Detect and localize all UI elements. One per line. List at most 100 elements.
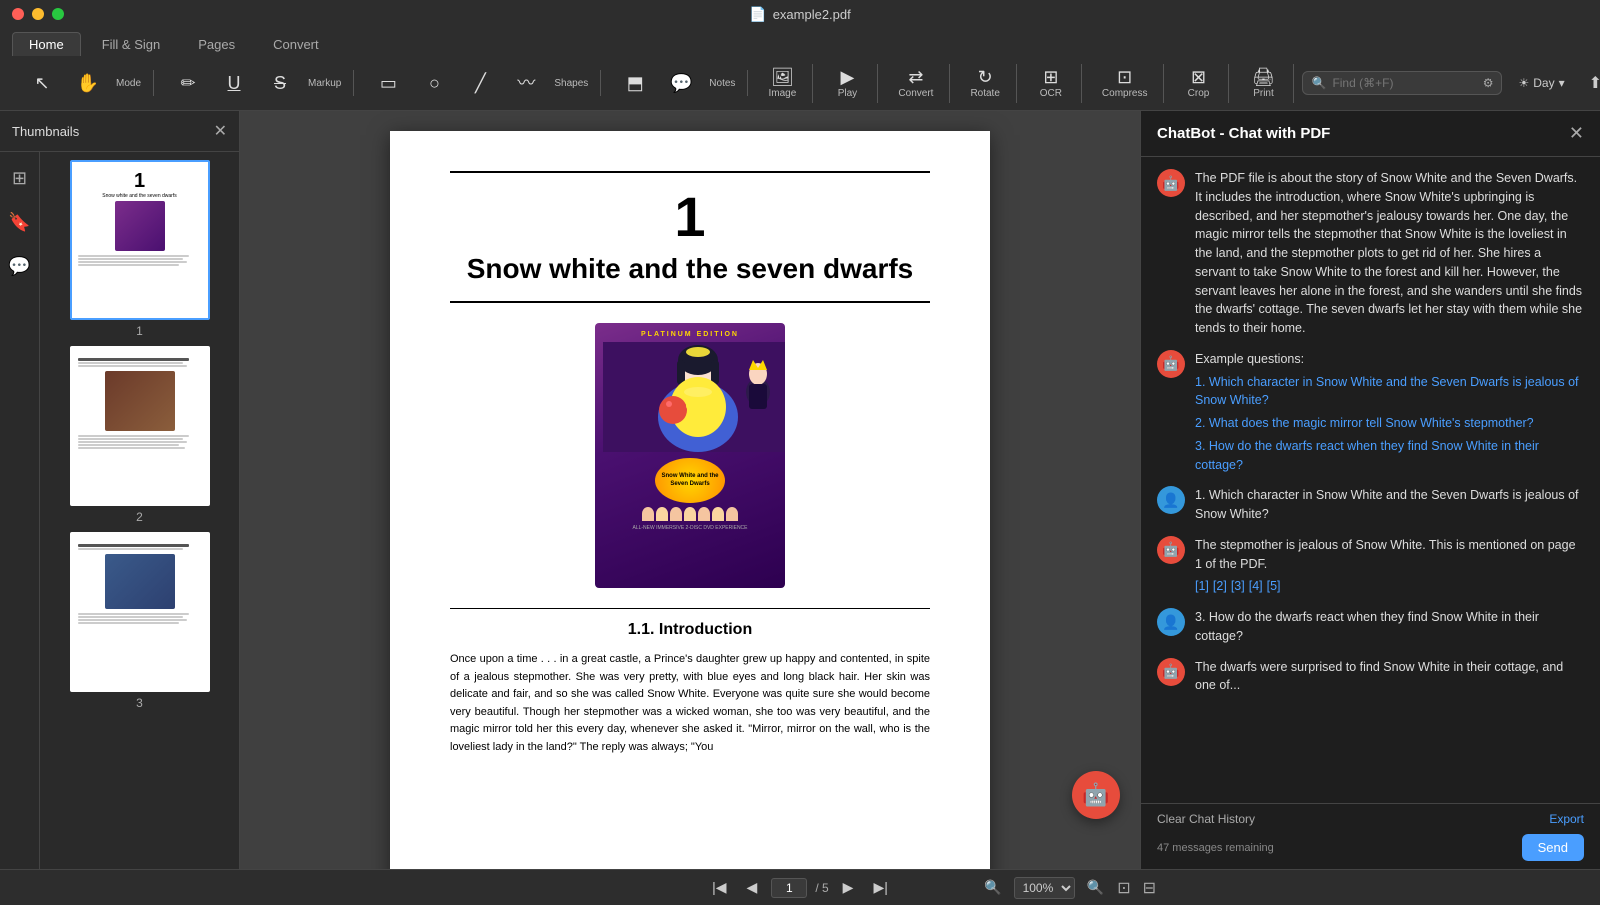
citation-4[interactable]: [4] [1249,577,1263,596]
citation-1[interactable]: [1] [1195,577,1209,596]
stamp-icon: ⬒ [627,74,644,92]
strikethrough-icon: S [274,74,286,92]
book-cover-image: PLATINUM EDITION [595,323,785,588]
rotate-btn[interactable]: ↻ Rotate [962,64,1007,103]
sidebar-thumbnail-btn[interactable]: ⊞ [2,160,38,196]
page-number: 1 [450,189,930,245]
chat-footer-top: Clear Chat History Export [1157,812,1584,826]
stamp-btn[interactable]: ⬒ [613,70,657,96]
convert-label: Convert [898,88,933,99]
mode-label: Mode [112,78,145,89]
zoom-select[interactable]: 100% 75% 125% 150% [1014,877,1075,899]
print-btn[interactable]: 🖨 Print [1241,64,1285,103]
thumbnail-page-1[interactable]: 1 Snow white and the seven dwarfs 1 [48,160,231,338]
filter-icon[interactable]: ⚙ [1483,76,1494,90]
search-box[interactable]: 🔍 ⚙ [1302,71,1502,95]
example-question-2-link[interactable]: 2. What does the magic mirror tell Snow … [1195,414,1584,433]
next-page-btn[interactable]: ▶ [837,875,860,900]
citation-3[interactable]: [3] [1231,577,1245,596]
rect-btn[interactable]: ▭ [366,70,410,96]
day-mode-btn[interactable]: ☀ Day ▾ [1510,72,1572,94]
chat-message-1: 🤖 The PDF file is about the story of Sno… [1157,169,1584,338]
toolbar-group-shapes: ▭ ○ ╱ 〰 Shapes [358,70,601,96]
traffic-lights [12,8,64,20]
convert-btn[interactable]: ⇄ Convert [890,64,941,103]
hand-tool-btn[interactable]: ✋ [66,70,110,96]
thumbnail-img-2 [70,346,210,506]
highlight-btn[interactable]: ✏ [166,70,210,96]
single-page-view-btn[interactable]: ⊡ [1113,876,1134,900]
example-question-3-link[interactable]: 3. How do the dwarfs react when they fin… [1195,437,1584,475]
pen-btn[interactable]: 〰 [504,70,548,96]
thumbnails-close-btn[interactable]: ✕ [214,121,227,141]
crop-icon: ⊠ [1191,68,1206,86]
zoom-in-btn[interactable]: 🔍 [1081,875,1110,900]
sun-icon: ☀ [1518,76,1529,90]
ellipse-icon: ○ [429,74,440,92]
chat-messages[interactable]: 🤖 The PDF file is about the story of Sno… [1141,157,1600,803]
image-btn[interactable]: 🖼 Image [760,64,804,103]
toolbar-group-compress: ⊡ Compress [1086,64,1165,103]
toolbar-tabs: Home Fill & Sign Pages Convert [0,28,1600,56]
sidebar-bookmark-btn[interactable]: 🔖 [2,204,38,240]
close-window-btn[interactable] [12,8,24,20]
search-input[interactable] [1332,76,1476,90]
book-cover-logo: Snow White and the Seven Dwarfs [655,458,725,503]
zoom-out-btn[interactable]: 🔍 [978,875,1007,900]
select-icon: ↖ [34,74,49,92]
print-icon: 🖨 [1252,68,1275,86]
tab-home[interactable]: Home [12,32,81,56]
last-page-btn[interactable]: ▶| [867,875,893,900]
strikethrough-btn[interactable]: S [258,70,302,96]
book-cover-dwarfs [642,507,738,521]
ai-icon: 🤖 [1082,782,1109,808]
thumbnail-page-3[interactable]: 3 [48,532,231,710]
minimize-window-btn[interactable] [32,8,44,20]
tab-convert[interactable]: Convert [256,32,336,56]
send-btn[interactable]: Send [1522,834,1584,861]
ai-avatar-1: 🤖 [1157,169,1185,197]
sidebar-header: Thumbnails ✕ [0,111,239,152]
underline-icon: U [228,74,241,92]
ellipse-btn[interactable]: ○ [412,70,456,96]
thumbnail-page-2[interactable]: 2 [48,346,231,524]
floating-ai-btn[interactable]: 🤖 [1072,771,1120,819]
tab-fill-sign[interactable]: Fill & Sign [85,32,178,56]
ocr-btn[interactable]: ⊞ OCR [1029,64,1073,103]
tab-pages[interactable]: Pages [181,32,252,56]
chat-msg-content-1: The PDF file is about the story of Snow … [1195,169,1584,338]
crop-btn[interactable]: ⊠ Crop [1176,64,1220,103]
highlight-icon: ✏ [180,74,195,92]
sidebar-comments-btn[interactable]: 💬 [2,248,38,284]
thumbnail-label-2: 2 [136,510,143,524]
line-btn[interactable]: ╱ [458,70,502,96]
continuous-view-btn[interactable]: ⊟ [1139,876,1160,900]
chat-message-2: 🤖 Example questions: 1. Which character … [1157,350,1584,475]
first-page-btn[interactable]: |◀ [706,875,732,900]
chat-panel: ChatBot - Chat with PDF ✕ 🤖 The PDF file… [1140,111,1600,869]
maximize-window-btn[interactable] [52,8,64,20]
chat-message-3: 👤 1. Which character in Snow White and t… [1157,486,1584,524]
current-page-input[interactable] [771,878,807,898]
export-btn[interactable]: Export [1549,812,1584,826]
play-icon: ▶ [841,68,855,86]
citation-2[interactable]: [2] [1213,577,1227,596]
sidebar: Thumbnails ✕ ⊞ 🔖 💬 1 Snow white and the … [0,111,240,869]
rotate-label: Rotate [970,88,999,99]
chat-close-btn[interactable]: ✕ [1569,123,1584,144]
window-title: 📄 example2.pdf [749,6,851,23]
play-btn[interactable]: ▶ Play [825,64,869,103]
sidebar-icon-strip: ⊞ 🔖 💬 [0,152,40,869]
comment-btn[interactable]: 💬 [659,70,703,96]
underline-btn[interactable]: U [212,70,256,96]
select-tool-btn[interactable]: ↖ [20,70,64,96]
pdf-viewer[interactable]: 1 Snow white and the seven dwarfs PLATIN… [240,111,1140,869]
clear-history-btn[interactable]: Clear Chat History [1157,812,1255,826]
play-label: Play [838,88,857,99]
bottom-bar: |◀ ◀ / 5 ▶ ▶| 🔍 100% 75% 125% 150% 🔍 ⊡ ⊟ [0,869,1600,905]
compress-btn[interactable]: ⊡ Compress [1094,64,1156,103]
share-btn[interactable]: ⬆ [1581,69,1600,97]
citation-5[interactable]: [5] [1267,577,1281,596]
example-question-1-link[interactable]: 1. Which character in Snow White and the… [1195,373,1584,411]
prev-page-btn[interactable]: ◀ [741,875,764,900]
